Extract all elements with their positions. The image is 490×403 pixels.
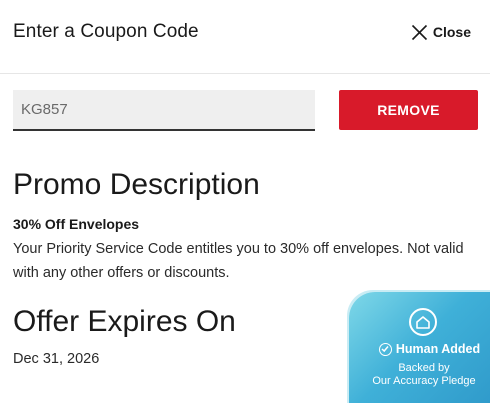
check-circle-icon [378, 342, 392, 356]
accuracy-pledge-badge[interactable]: Human Added Backed by Our Accuracy Pledg… [349, 292, 490, 403]
modal-header: Enter a Coupon Code Close [0, 0, 490, 74]
badge-line-1: Backed by [398, 362, 450, 374]
close-button[interactable]: Close [411, 21, 471, 43]
close-icon [411, 24, 427, 40]
promo-heading: Promo Description [13, 168, 260, 201]
badge-title: Human Added [367, 342, 490, 356]
remove-button[interactable]: REMOVE [339, 90, 478, 130]
badge-title-text: Human Added [395, 342, 481, 356]
badge-line-2: Our Accuracy Pledge [372, 375, 476, 387]
expiry-date: Dec 31, 2026 [13, 351, 100, 367]
expiry-heading: Offer Expires On [13, 305, 236, 338]
close-label: Close [432, 24, 471, 40]
coupon-code-input[interactable] [13, 90, 315, 131]
promo-description: Your Priority Service Code entitles you … [13, 241, 464, 281]
modal-title: Enter a Coupon Code [13, 21, 199, 42]
house-icon [409, 308, 437, 336]
promo-subheading: 30% Off Envelopes [13, 216, 140, 232]
